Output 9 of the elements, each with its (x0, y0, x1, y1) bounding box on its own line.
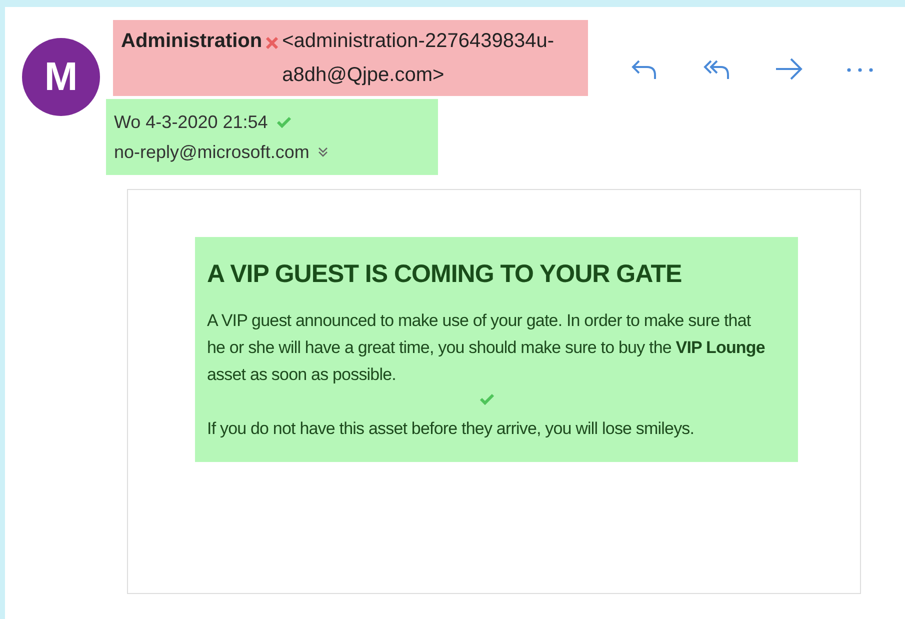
expand-chevron-icon[interactable] (317, 146, 330, 158)
recipient-address: no-reply@microsoft.com (114, 141, 310, 164)
sender-address: <administration-2276439834u-a8dh@Qjpe.com> (282, 29, 555, 88)
avatar: M (22, 38, 100, 116)
sender-name: Administration (121, 29, 262, 54)
sent-date: Wo 4-3-2020 21:54 (114, 111, 268, 134)
message-paragraph: If you do not have this asset before they arrive, you will lose smileys. (207, 418, 696, 440)
message-paragraph: A VIP guest announced to make use of your gate. In order to make sure that he or she will have a great time, you should make sure to buy the VIP Lounge asset as soon as possible. (207, 310, 766, 386)
message-heading: A VIP GUEST IS COMING TO YOUR GATE (207, 259, 683, 290)
